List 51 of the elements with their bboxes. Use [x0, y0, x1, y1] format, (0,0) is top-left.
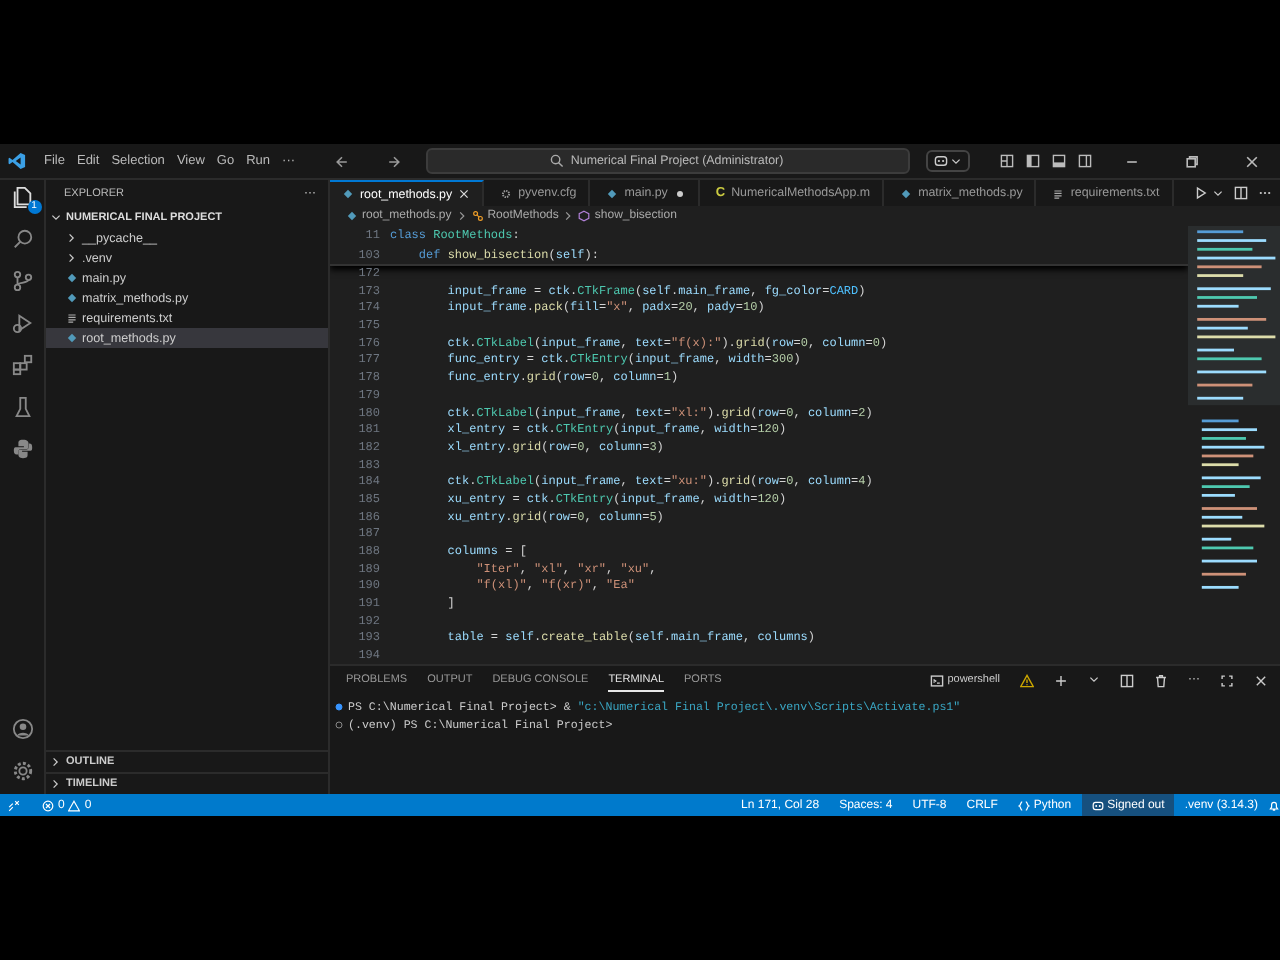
copilot-button[interactable]: [925, 150, 970, 172]
forward-arrow-icon[interactable]: [385, 153, 402, 169]
run-icon[interactable]: [1194, 186, 1208, 200]
split-terminal-icon[interactable]: [1120, 673, 1134, 687]
search-icon[interactable]: [11, 228, 33, 250]
search-icon: [550, 154, 565, 168]
class-icon: [471, 210, 484, 222]
copilot-icon: [1091, 799, 1104, 811]
terminal-icon: [929, 673, 944, 687]
caret-icon: [949, 155, 962, 167]
braces-icon: [1017, 799, 1030, 811]
split-editor-icon[interactable]: [1234, 186, 1248, 200]
diamond-icon: [66, 332, 78, 344]
app-logo-icon: [8, 152, 26, 170]
run-debug-icon[interactable]: [11, 312, 33, 334]
python-icon[interactable]: [11, 438, 33, 460]
gear-icon: [500, 187, 513, 199]
copilot-icon: [933, 154, 948, 168]
remote-icon[interactable]: [8, 799, 20, 811]
settings-icon[interactable]: [11, 760, 33, 782]
caret-icon[interactable]: [1088, 674, 1100, 686]
caret-icon[interactable]: [1212, 187, 1224, 199]
trash-icon[interactable]: [1154, 673, 1168, 687]
secondary-sidebar-icon[interactable]: [1078, 154, 1092, 168]
text-file-icon: [66, 312, 78, 324]
extensions-icon[interactable]: [11, 354, 33, 376]
diamond-icon: [900, 187, 913, 199]
source-control-icon[interactable]: [11, 270, 33, 292]
maximize-icon[interactable]: [1220, 673, 1234, 687]
sidebar-toggle-icon[interactable]: [1026, 154, 1040, 168]
text-file-icon: [1052, 187, 1065, 199]
warning-icon: [1020, 673, 1034, 687]
panel-toggle-icon[interactable]: [1052, 154, 1066, 168]
layout-icon[interactable]: [1000, 154, 1014, 168]
chevron-icon: [455, 210, 468, 222]
chevron-icon: [562, 210, 575, 222]
diamond-icon: [606, 187, 619, 199]
close-icon[interactable]: [458, 188, 471, 200]
error-icon: [42, 799, 54, 811]
back-arrow-icon[interactable]: [333, 153, 350, 169]
warning-icon: [68, 799, 81, 811]
close-icon[interactable]: [1254, 673, 1268, 687]
restore-icon[interactable]: [1184, 153, 1200, 169]
cube-icon: [578, 210, 591, 222]
close-icon[interactable]: [1244, 153, 1260, 169]
bell-icon[interactable]: [1268, 799, 1280, 811]
files-icon[interactable]: [11, 186, 33, 208]
account-icon[interactable]: [11, 718, 33, 740]
unsaved-dot-icon: [673, 187, 686, 199]
plus-icon[interactable]: [1054, 673, 1068, 687]
flask-icon[interactable]: [11, 396, 33, 418]
